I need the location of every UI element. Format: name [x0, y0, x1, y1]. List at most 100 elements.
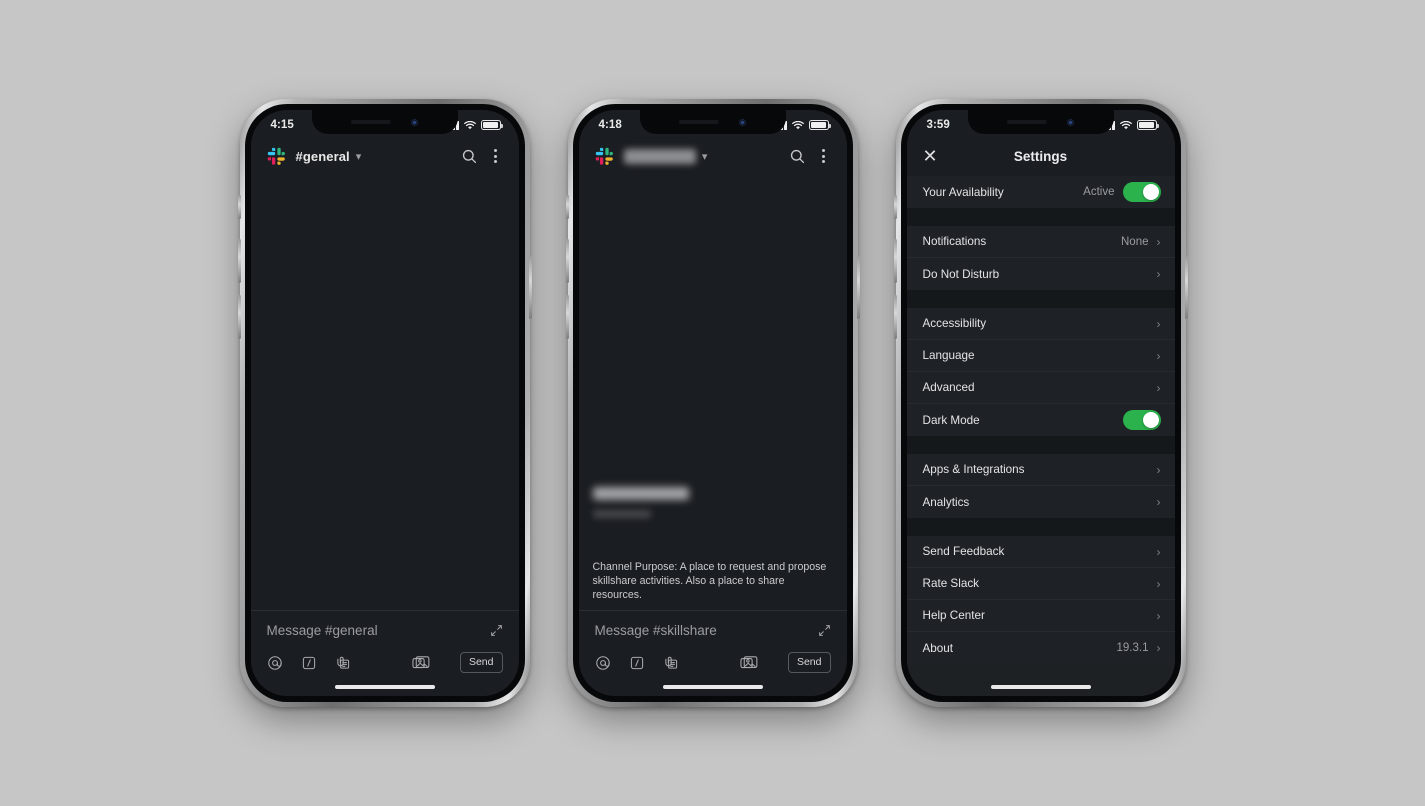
- settings-row-about[interactable]: About 19.3.1 ›: [906, 632, 1175, 664]
- wifi-icon: [1119, 120, 1132, 130]
- kebab-menu-icon[interactable]: [488, 147, 503, 165]
- settings-row-label: Help Center: [922, 609, 985, 622]
- settings-row-accessibility[interactable]: Accessibility ›: [906, 308, 1175, 340]
- home-indicator[interactable]: [907, 685, 1175, 689]
- redacted-subtext: [592, 510, 651, 518]
- settings-group: Send Feedback › Rate Slack › Help Center › Abo…: [906, 536, 1175, 664]
- volume-up-button[interactable]: [565, 239, 569, 283]
- earpiece-speaker-icon: [351, 120, 391, 124]
- settings-row-rate-slack[interactable]: Rate Slack ›: [906, 568, 1175, 600]
- silent-switch[interactable]: [237, 195, 241, 219]
- at-mention-icon[interactable]: [267, 655, 283, 671]
- chevron-right-icon: ›: [1156, 348, 1161, 363]
- volume-up-button[interactable]: [893, 239, 897, 283]
- chevron-right-icon: ›: [1156, 576, 1161, 591]
- phone-general: 4:15 #general ▾ Message #general Send: [237, 99, 532, 707]
- composer-toolbar: Send: [251, 646, 519, 673]
- screen-general: 4:15 #general ▾ Message #general Send: [250, 110, 519, 696]
- channel-purpose-text: Channel Purpose: A place to request and …: [592, 561, 827, 601]
- channel-header: #general ▾: [251, 136, 519, 176]
- battery-icon: [808, 120, 831, 130]
- power-button[interactable]: [528, 255, 532, 319]
- slash-command-icon[interactable]: [301, 655, 317, 671]
- notch: [311, 110, 458, 134]
- notch: [967, 110, 1114, 134]
- volume-down-button[interactable]: [565, 295, 569, 339]
- settings-row-analytics[interactable]: Analytics ›: [906, 486, 1175, 518]
- toggle-switch[interactable]: [1122, 182, 1161, 202]
- chevron-down-icon[interactable]: ▾: [702, 150, 708, 163]
- toggle-switch[interactable]: [1122, 410, 1161, 430]
- attachment-icon[interactable]: [335, 655, 351, 671]
- channel-name[interactable]: #general: [296, 149, 350, 164]
- composer-toolbar: Send: [579, 646, 847, 673]
- status-time: 3:59: [926, 119, 950, 131]
- page-title: Settings: [1013, 148, 1068, 164]
- settings-header: ✕ Settings: [907, 136, 1175, 176]
- phone-bezel: 3:59 ✕ Settings Your Availability Active N…: [900, 104, 1181, 702]
- volume-down-button[interactable]: [893, 295, 897, 339]
- close-icon[interactable]: ✕: [923, 147, 938, 165]
- settings-row-notifications[interactable]: Notifications None ›: [906, 226, 1175, 258]
- settings-row-your-availability[interactable]: Your Availability Active: [906, 176, 1175, 208]
- phone-bezel: 4:15 #general ▾ Message #general Send: [244, 104, 525, 702]
- settings-row-help-center[interactable]: Help Center ›: [906, 600, 1175, 632]
- power-button[interactable]: [856, 255, 860, 319]
- battery-icon: [480, 120, 503, 130]
- settings-row-partial[interactable]: [906, 664, 1175, 696]
- screen-skillshare: 4:18 ▾ Channel Purpose: A place to reque…: [578, 110, 847, 696]
- photo-library-icon[interactable]: [740, 655, 758, 671]
- silent-switch[interactable]: [565, 195, 569, 219]
- settings-group-separator: [906, 290, 1175, 308]
- volume-up-button[interactable]: [237, 239, 241, 283]
- home-indicator[interactable]: [334, 685, 435, 689]
- settings-group-separator: [906, 436, 1175, 454]
- settings-row-value: Active: [1083, 186, 1115, 198]
- channel-name[interactable]: #skillshare: [623, 148, 696, 164]
- redacted-channel-title: [592, 487, 689, 500]
- search-icon[interactable]: [461, 148, 478, 165]
- send-button[interactable]: Send: [787, 652, 831, 673]
- chevron-right-icon: ›: [1156, 544, 1161, 559]
- settings-group: Your Availability Active: [906, 176, 1175, 208]
- channel-header: #skillshare ▾: [579, 136, 847, 176]
- battery-icon: [1136, 120, 1159, 130]
- message-input[interactable]: Message #skillshare: [595, 623, 818, 638]
- expand-icon[interactable]: [818, 624, 831, 642]
- notch: [639, 110, 786, 134]
- message-list: [251, 176, 519, 608]
- slash-command-icon[interactable]: [629, 655, 645, 671]
- silent-switch[interactable]: [893, 195, 897, 219]
- chevron-down-icon[interactable]: ▾: [356, 150, 362, 163]
- settings-row-language[interactable]: Language ›: [906, 340, 1175, 372]
- attachment-icon[interactable]: [663, 655, 679, 671]
- message-input-row[interactable]: Message #general: [251, 611, 519, 646]
- settings-row-send-feedback[interactable]: Send Feedback ›: [906, 536, 1175, 568]
- settings-group-partial: [906, 664, 1175, 696]
- settings-row-label: Accessibility: [922, 317, 987, 330]
- settings-group: Apps & Integrations › Analytics ›: [906, 454, 1175, 518]
- settings-group: Notifications None › Do Not Disturb ›: [906, 226, 1175, 290]
- wifi-icon: [791, 120, 804, 130]
- photo-library-icon[interactable]: [412, 655, 430, 671]
- settings-row-label: Do Not Disturb: [922, 267, 1000, 281]
- send-button[interactable]: Send: [459, 652, 503, 673]
- settings-list[interactable]: Your Availability Active Notifications None…: [906, 176, 1175, 696]
- chevron-right-icon: ›: [1156, 316, 1161, 331]
- settings-row-apps-integrations[interactable]: Apps & Integrations ›: [906, 454, 1175, 486]
- settings-row-label: Your Availability: [922, 185, 1004, 199]
- settings-row-do-not-disturb[interactable]: Do Not Disturb ›: [906, 258, 1175, 290]
- settings-row-dark-mode[interactable]: Dark Mode: [906, 404, 1175, 436]
- kebab-menu-icon[interactable]: [816, 147, 831, 165]
- message-input-row[interactable]: Message #skillshare: [579, 611, 847, 646]
- phone-mockup-stage: 4:15 #general ▾ Message #general Send 4:…: [0, 0, 1425, 806]
- search-icon[interactable]: [789, 148, 806, 165]
- message-input[interactable]: Message #general: [267, 623, 490, 638]
- phone-settings: 3:59 ✕ Settings Your Availability Active N…: [893, 99, 1188, 707]
- volume-down-button[interactable]: [237, 295, 241, 339]
- expand-icon[interactable]: [490, 624, 503, 642]
- power-button[interactable]: [1184, 255, 1188, 319]
- at-mention-icon[interactable]: [595, 655, 611, 671]
- home-indicator[interactable]: [662, 685, 763, 689]
- settings-row-advanced[interactable]: Advanced ›: [906, 372, 1175, 404]
